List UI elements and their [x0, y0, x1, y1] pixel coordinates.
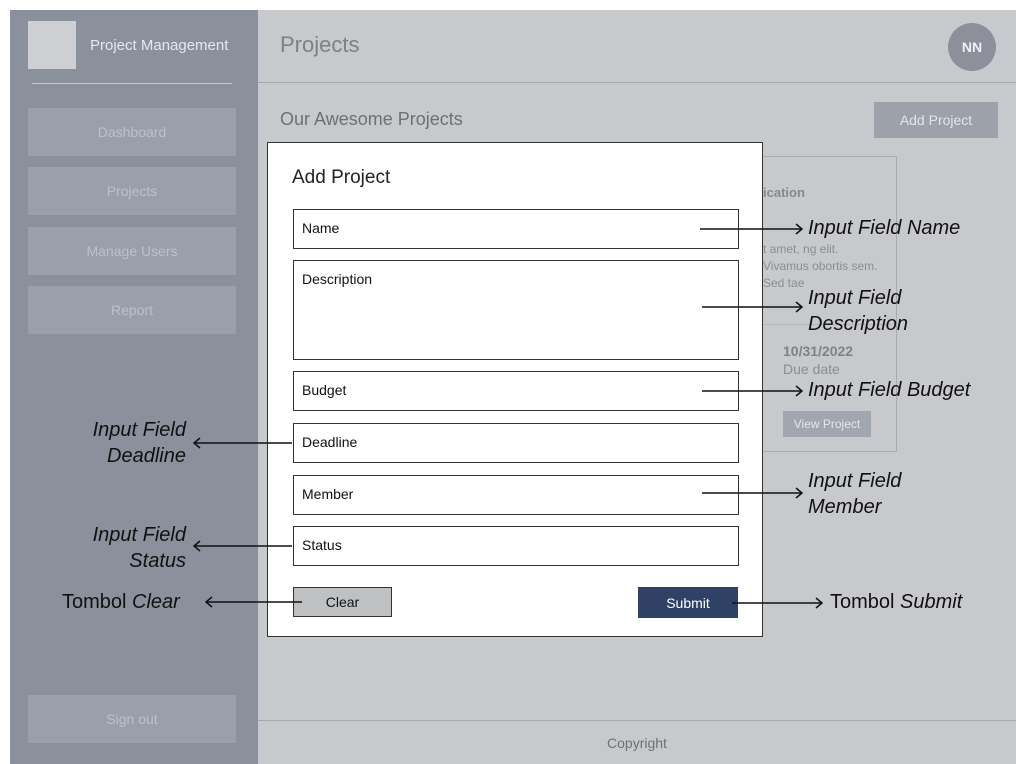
- annotation-clear: Tombol Clear: [62, 591, 180, 614]
- sidebar-item-projects[interactable]: Projects: [28, 167, 236, 215]
- top-bar: Projects NN: [258, 10, 1016, 83]
- status-input[interactable]: Status: [293, 526, 739, 566]
- logo: [28, 21, 76, 69]
- brand-name: Project Management: [90, 37, 229, 54]
- clear-button[interactable]: Clear: [293, 587, 392, 617]
- annotation-clear-prefix: Tombol: [62, 591, 127, 613]
- sidebar-item-report[interactable]: Report: [28, 286, 236, 334]
- annotation-deadline-line1: Input Field: [92, 419, 186, 441]
- modal-title: Add Project: [292, 167, 391, 188]
- add-project-button[interactable]: Add Project: [874, 102, 998, 138]
- member-input[interactable]: Member: [293, 475, 739, 515]
- due-date-label: Due date: [783, 361, 840, 377]
- sidebar-divider: [32, 83, 232, 84]
- annotation-description-line1: Input Field: [808, 287, 902, 309]
- description-textarea[interactable]: Description: [293, 260, 739, 360]
- annotation-member-line2: Member: [808, 496, 882, 518]
- project-due-date: 10/31/2022: [783, 343, 854, 359]
- annotation-status-line2: Status: [129, 550, 186, 572]
- name-input[interactable]: Name: [293, 209, 739, 249]
- annotation-name: Input Field Name: [808, 217, 961, 239]
- submit-button[interactable]: Submit: [638, 587, 738, 618]
- project-card-title: ication: [763, 185, 805, 200]
- sidebar-item-dashboard[interactable]: Dashboard: [28, 108, 236, 156]
- view-project-button[interactable]: View Project: [783, 411, 871, 437]
- annotation-submit-prefix: Tombol: [830, 591, 895, 613]
- annotation-description-line2: Description: [808, 313, 909, 335]
- annotation-deadline-line2: Deadline: [107, 445, 186, 467]
- annotation-member-line1: Input Field: [808, 470, 902, 492]
- section-title: Our Awesome Projects: [280, 109, 463, 129]
- footer: Copyright: [258, 720, 1016, 764]
- annotation-submit: Tombol Submit: [830, 591, 962, 614]
- sidebar: Project Management Dashboard Projects Ma…: [10, 10, 258, 764]
- annotation-status-line1: Input Field: [92, 524, 186, 546]
- deadline-input[interactable]: Deadline: [293, 423, 739, 463]
- annotation-clear-word: Clear: [132, 591, 180, 613]
- avatar[interactable]: NN: [948, 23, 996, 71]
- annotation-budget: Input Field Budget: [808, 379, 971, 401]
- annotation-submit-word: Submit: [900, 591, 963, 613]
- sign-out-button[interactable]: Sign out: [28, 695, 236, 743]
- sidebar-item-manage-users[interactable]: Manage Users: [28, 227, 236, 275]
- page-title: Projects: [280, 32, 360, 57]
- project-card-description: t amet, ng elit. Vivamus obortis sem. Se…: [763, 242, 878, 290]
- budget-input[interactable]: Budget: [293, 371, 739, 411]
- add-project-modal: Add Project Name Description Budget Dead…: [267, 142, 763, 637]
